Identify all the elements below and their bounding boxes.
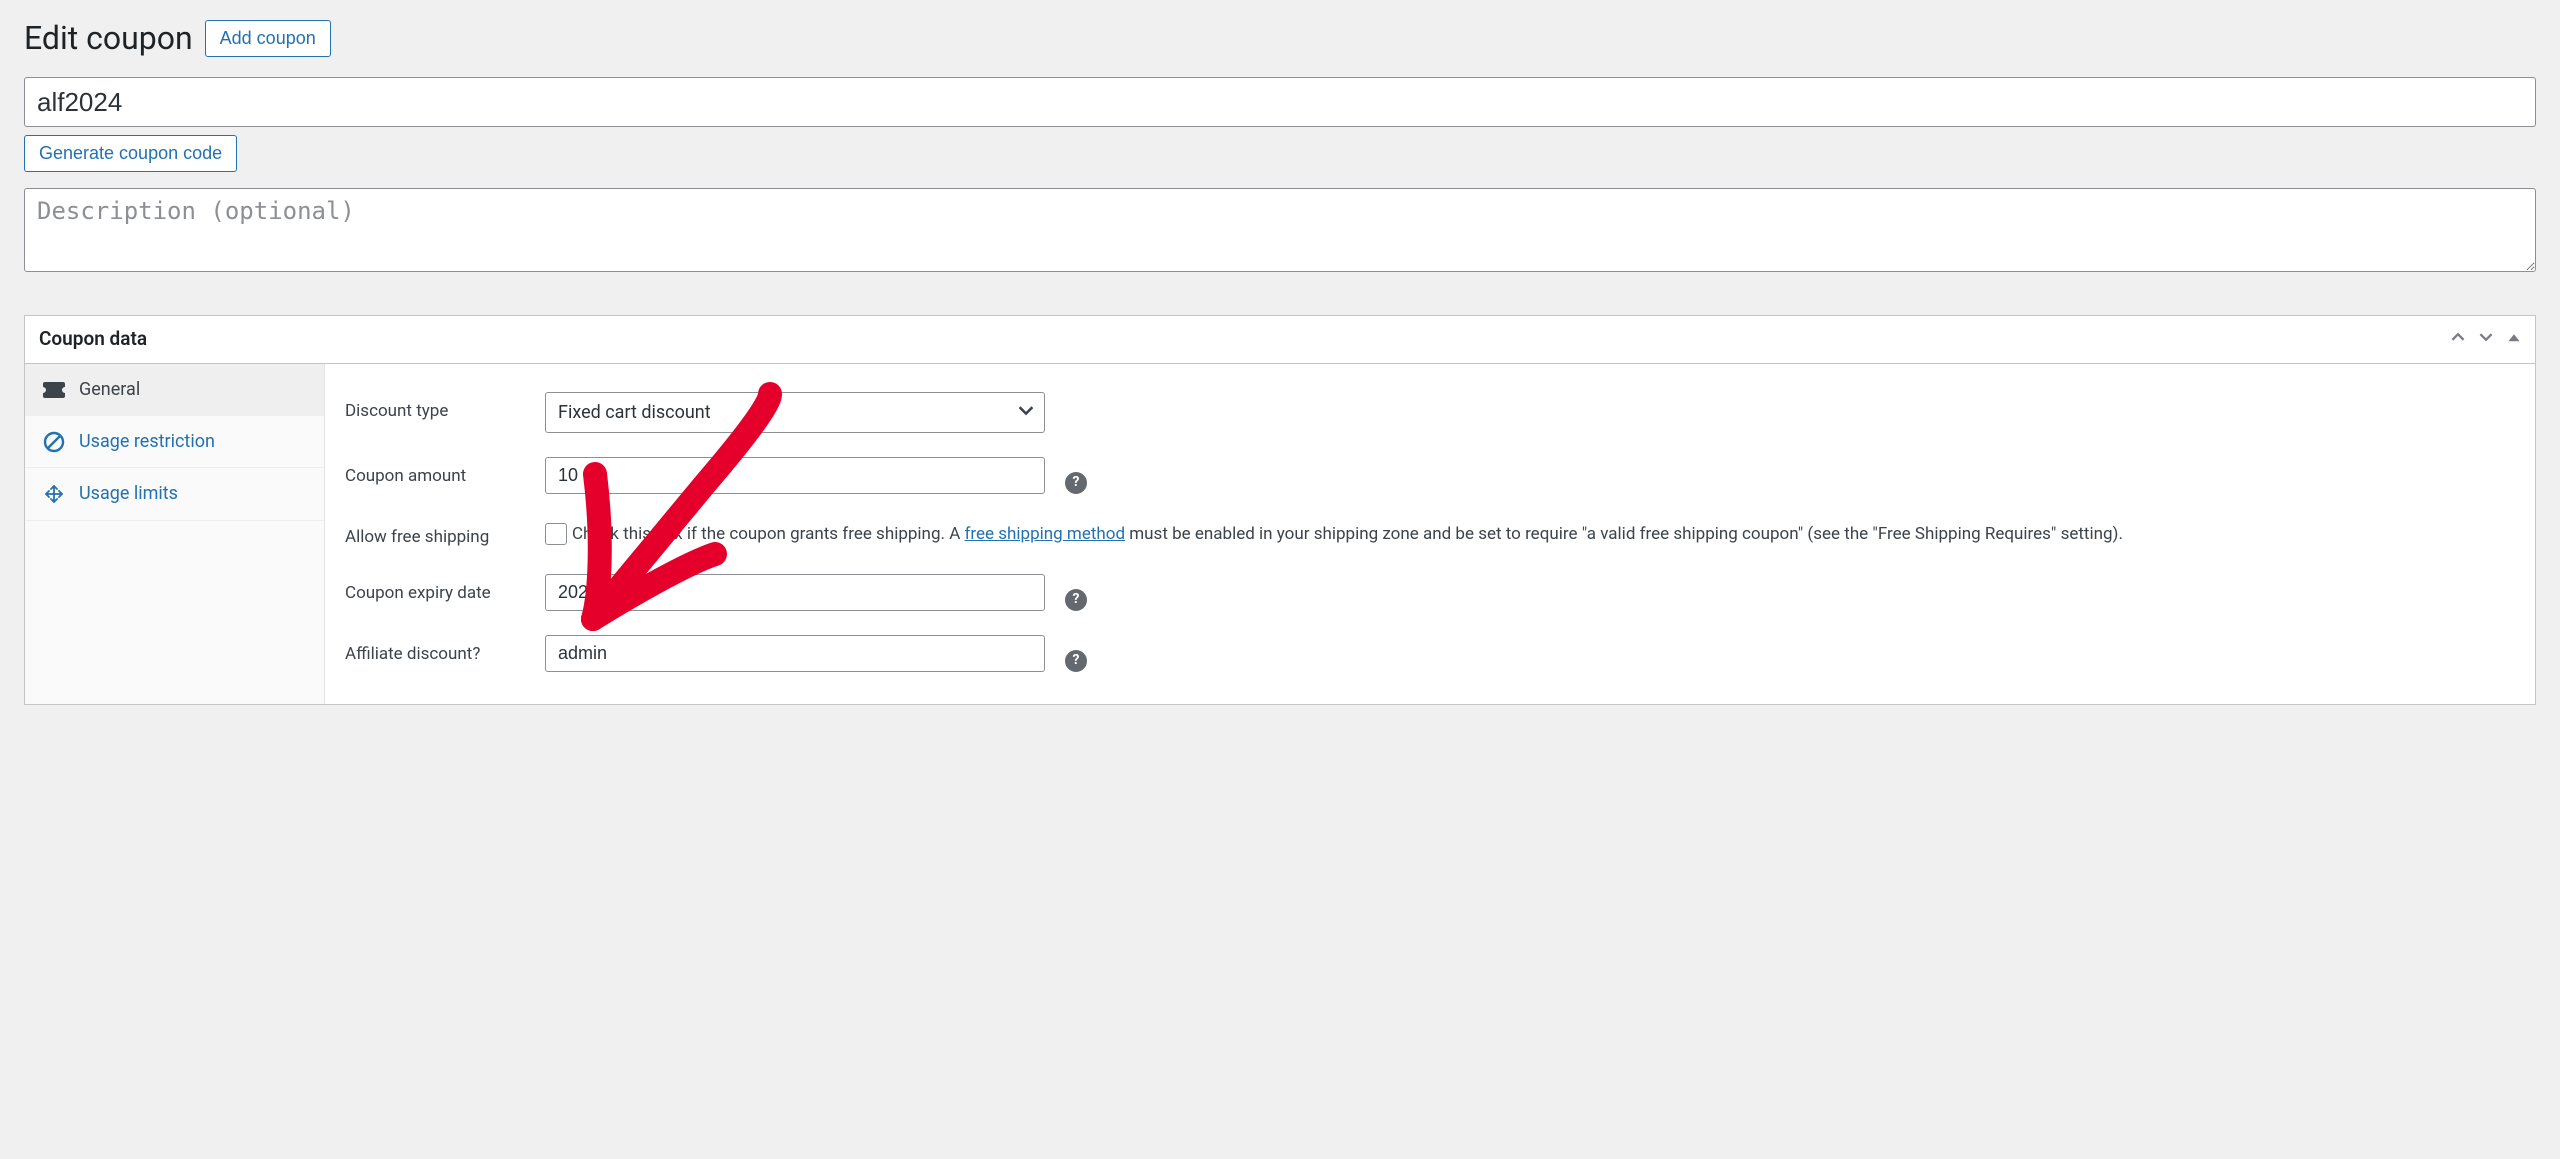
affiliate-discount-input[interactable] [545, 635, 1045, 672]
tab-usage-limits-label: Usage limits [79, 481, 178, 506]
coupon-data-panel: Coupon data General [24, 315, 2536, 705]
free-shipping-desc-post: must be enabled in your shipping zone an… [1125, 524, 2123, 544]
coupon-expiry-date-label: Coupon expiry date [345, 574, 525, 606]
discount-type-label: Discount type [345, 392, 525, 424]
general-tab-form: Discount type Fixed cart discount Coupon… [325, 364, 2535, 704]
tab-usage-restriction[interactable]: Usage restriction [25, 416, 324, 468]
chevron-down-icon [1018, 400, 1034, 425]
generate-coupon-code-button[interactable]: Generate coupon code [24, 135, 237, 172]
coupon-description-input[interactable] [24, 188, 2536, 272]
tab-usage-restriction-label: Usage restriction [79, 429, 215, 454]
panel-move-up-icon[interactable] [2451, 329, 2465, 350]
help-icon[interactable]: ? [1065, 650, 1087, 672]
tab-usage-limits[interactable]: Usage limits [25, 468, 324, 520]
allow-free-shipping-description: Check this box if the coupon grants free… [572, 524, 2123, 544]
panel-toggle-icon[interactable] [2507, 329, 2521, 350]
panel-title: Coupon data [39, 326, 147, 353]
page-title: Edit coupon [24, 16, 193, 61]
arrows-icon [43, 483, 65, 505]
help-icon[interactable]: ? [1065, 472, 1087, 494]
allow-free-shipping-label: Allow free shipping [345, 518, 525, 550]
no-entry-icon [43, 431, 65, 453]
panel-move-down-icon[interactable] [2479, 329, 2493, 350]
tab-general-label: General [79, 377, 140, 402]
coupon-expiry-date-input[interactable] [545, 574, 1045, 611]
coupon-data-tabs: General Usage restriction [25, 364, 325, 704]
tab-general[interactable]: General [25, 364, 324, 416]
add-coupon-button[interactable]: Add coupon [205, 20, 331, 57]
free-shipping-method-link[interactable]: free shipping method [965, 524, 1126, 544]
coupon-code-input[interactable] [24, 77, 2536, 127]
coupon-amount-input[interactable] [545, 457, 1045, 494]
allow-free-shipping-checkbox[interactable] [545, 523, 567, 545]
ticket-icon [43, 379, 65, 401]
coupon-amount-label: Coupon amount [345, 457, 525, 489]
discount-type-select[interactable]: Fixed cart discount [545, 392, 1045, 433]
affiliate-discount-label: Affiliate discount? [345, 635, 525, 667]
help-icon[interactable]: ? [1065, 589, 1087, 611]
discount-type-value: Fixed cart discount [558, 402, 711, 423]
free-shipping-desc-pre: Check this box if the coupon grants free… [572, 524, 965, 544]
